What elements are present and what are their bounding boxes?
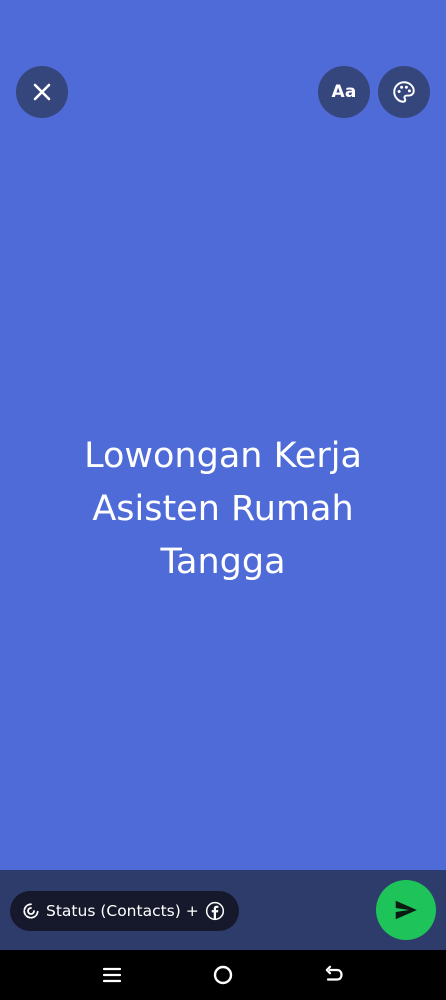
back-icon (323, 964, 345, 986)
home-icon (212, 964, 234, 986)
back-button[interactable] (319, 960, 349, 990)
status-icon (22, 902, 40, 920)
recents-icon (102, 965, 122, 985)
bottom-bar: Status (Contacts) + (0, 870, 446, 950)
audience-selector-chip[interactable]: Status (Contacts) + (10, 891, 239, 931)
status-editor-screen: Aa Lowongan Kerja Asisten Rumah Tangga S… (0, 0, 446, 1000)
home-button[interactable] (208, 960, 238, 990)
text-style-label: Aa (331, 82, 357, 102)
send-icon (393, 897, 419, 923)
close-button[interactable] (16, 66, 68, 118)
status-text-canvas[interactable]: Aa Lowongan Kerja Asisten Rumah Tangga (0, 0, 446, 870)
recents-button[interactable] (97, 960, 127, 990)
audience-label: Status (Contacts) + (46, 902, 199, 920)
status-text[interactable]: Lowongan Kerja Asisten Rumah Tangga (40, 430, 406, 589)
send-button[interactable] (376, 880, 436, 940)
palette-icon (391, 79, 417, 105)
facebook-icon (205, 901, 225, 921)
system-navigation-bar (0, 950, 446, 1000)
close-icon (30, 80, 54, 104)
text-style-button[interactable]: Aa (318, 66, 370, 118)
color-palette-button[interactable] (378, 66, 430, 118)
